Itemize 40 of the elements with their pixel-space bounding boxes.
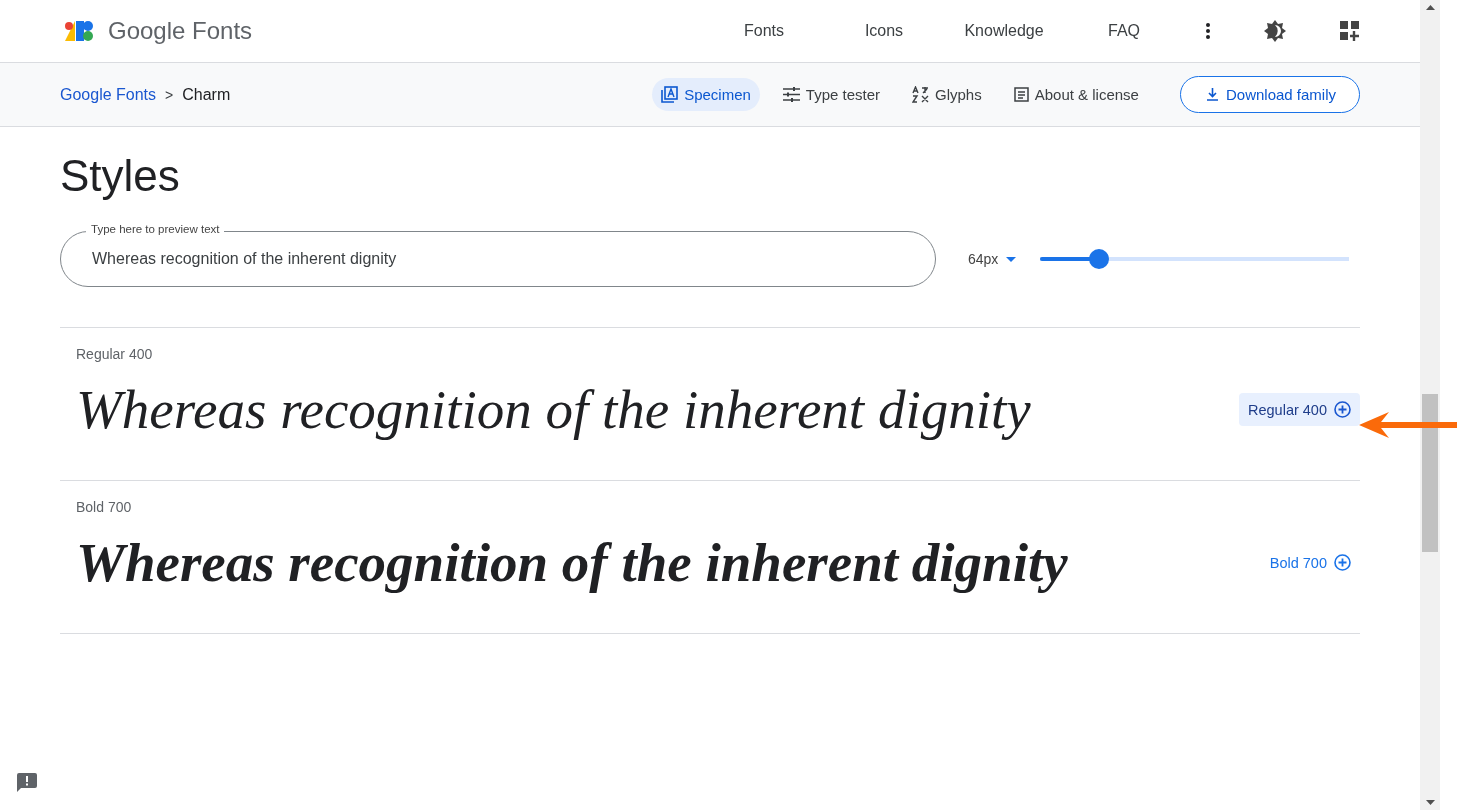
size-dropdown[interactable]: 64px	[968, 251, 1017, 267]
style-name: Regular 400	[76, 346, 154, 362]
logo-icon[interactable]	[64, 19, 96, 43]
download-button[interactable]: Download family	[1179, 76, 1360, 113]
scroll-up-icon[interactable]	[1425, 5, 1435, 10]
feedback-icon[interactable]	[17, 773, 37, 792]
tab[interactable]: About & license	[1004, 78, 1148, 111]
breadcrumb-separator: >	[165, 86, 174, 103]
field-label: Type here to preview text	[86, 223, 225, 235]
font-sample: Whereas recognition of the inherent dignity	[76, 378, 1031, 441]
more-menu-icon[interactable]	[1206, 23, 1210, 39]
tab[interactable]: Glyphs	[903, 78, 991, 111]
scrollbar[interactable]	[1420, 0, 1440, 810]
select-style-button[interactable]: Bold 700	[1260, 546, 1360, 579]
download-icon	[1205, 88, 1219, 101]
grid-add-icon[interactable]	[1340, 21, 1360, 41]
breadcrumb-current: Charm	[182, 85, 231, 104]
add-circle-icon	[1334, 554, 1351, 571]
slider-thumb[interactable]	[1089, 249, 1110, 269]
theme-icon[interactable]	[1264, 20, 1286, 42]
tab[interactable]: Type tester	[773, 78, 890, 111]
logo-text[interactable]: Google Fonts	[108, 17, 253, 45]
add-circle-icon	[1334, 401, 1351, 418]
nav-link[interactable]: Fonts	[704, 22, 824, 40]
section-title: Styles	[60, 151, 181, 202]
nav-link[interactable]: FAQ	[1064, 22, 1184, 40]
caret-icon	[1006, 256, 1017, 262]
font-sample: Whereas recognition of the inherent dignity	[76, 531, 1068, 594]
document-icon	[1013, 87, 1029, 102]
specimen-icon	[661, 86, 679, 103]
select-style-button[interactable]: Regular 400	[1239, 393, 1360, 426]
scrollbar-thumb[interactable]	[1422, 394, 1438, 552]
nav-link[interactable]: Knowledge	[944, 22, 1064, 40]
style-name: Bold 700	[76, 499, 133, 515]
breadcrumb-link[interactable]: Google Fonts	[60, 85, 157, 104]
glyphs-icon	[912, 86, 930, 103]
scroll-down-icon[interactable]	[1425, 800, 1435, 805]
sliders-icon	[782, 87, 800, 102]
tab[interactable]: Specimen	[652, 78, 760, 111]
nav-link[interactable]: Icons	[824, 22, 944, 40]
